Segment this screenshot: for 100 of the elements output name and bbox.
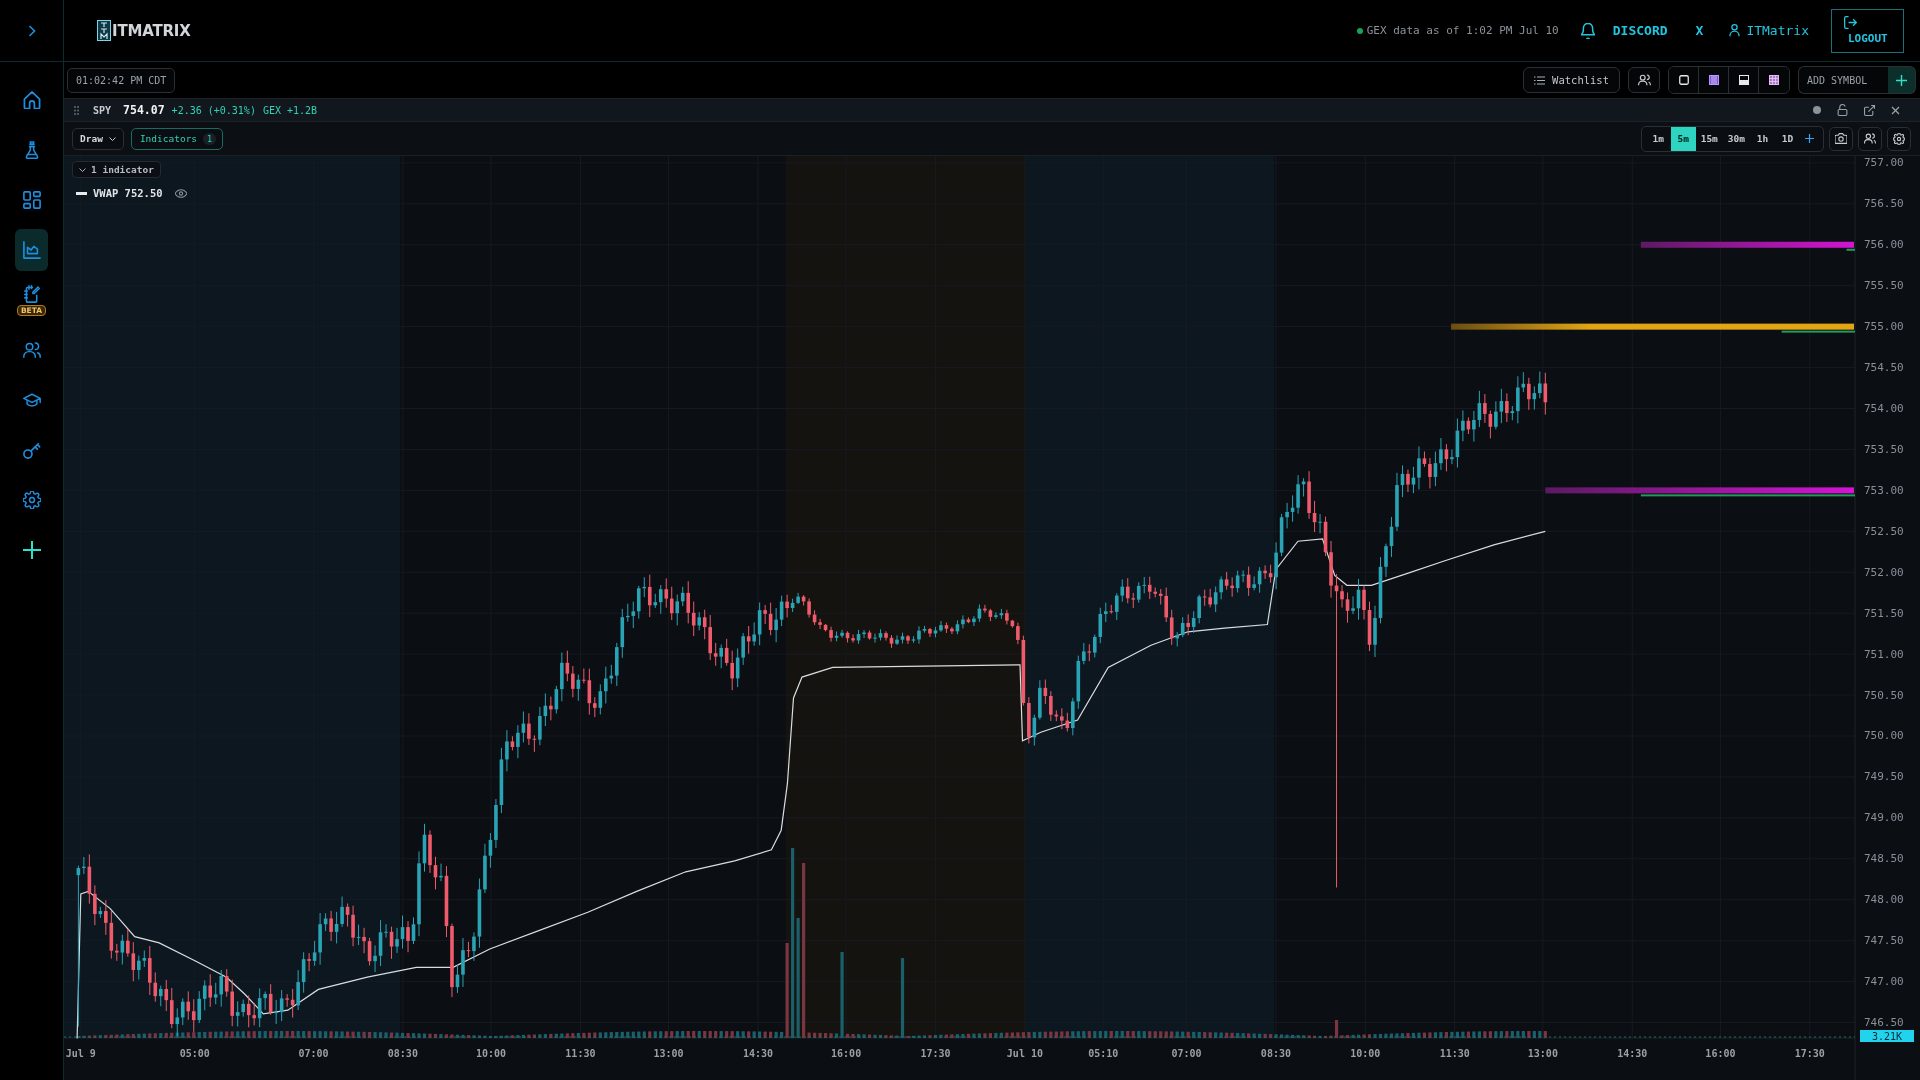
layout-button[interactable] — [1729, 67, 1759, 93]
time-axis-label: Jul 9 — [65, 1048, 96, 1059]
logout-icon — [1844, 16, 1857, 29]
price-axis-label: 747.50 — [1864, 934, 1904, 948]
time-axis-label: 14:30 — [1617, 1048, 1648, 1059]
bell-icon — [1580, 22, 1595, 39]
header-link[interactable]: X — [1695, 23, 1704, 38]
time-axis-label: 11:30 — [565, 1048, 596, 1059]
layout-button[interactable] — [1699, 67, 1729, 93]
columns-layout-icon — [1708, 75, 1719, 85]
clock-display: 01:02:42 PM CDT — [67, 67, 176, 93]
draw-dropdown[interactable]: Draw — [72, 127, 124, 150]
external-link-icon — [1864, 104, 1875, 116]
price-axis-label: 757.00 — [1864, 156, 1904, 170]
area-chart-icon — [22, 241, 41, 259]
volume-value-tag: 3.21K — [1860, 1030, 1914, 1042]
price-axis-label: 747.00 — [1864, 975, 1904, 989]
last-price: 754.07 — [123, 103, 165, 117]
chevron-right-icon — [27, 24, 36, 37]
price-axis-label: 755.00 — [1864, 320, 1904, 334]
price-axis-label: 751.50 — [1864, 606, 1904, 620]
users-icon — [1864, 133, 1876, 144]
timeframe-tab[interactable]: 5m — [1670, 126, 1696, 151]
expand-sidebar-button[interactable] — [27, 24, 36, 37]
price-axis-label: 755.50 — [1864, 279, 1904, 293]
indicator-count: 1 — [203, 132, 217, 145]
price-axis-label: 749.50 — [1864, 770, 1904, 784]
home-icon — [22, 91, 41, 109]
time-axis-label: 10:00 — [1350, 1048, 1381, 1059]
price-axis-label: 751.00 — [1864, 647, 1904, 661]
layout-button[interactable] — [1759, 67, 1789, 93]
timeframe-tab[interactable]: 1m — [1645, 126, 1671, 151]
grid-layout-icon — [1769, 75, 1779, 85]
time-axis-label: 16:00 — [1705, 1048, 1736, 1059]
indicator-list-toggle[interactable]: 1 indicator — [72, 161, 161, 178]
close-button[interactable] — [1891, 105, 1900, 115]
indicators-button[interactable]: Indicators 1 — [130, 127, 224, 150]
price-axis-label: 752.00 — [1864, 565, 1904, 579]
shared-users-button[interactable] — [1628, 67, 1660, 93]
notifications-button[interactable] — [1580, 22, 1595, 39]
plus-icon — [22, 541, 41, 559]
time-axis-label: 16:00 — [831, 1048, 862, 1059]
pop-out-button[interactable] — [1864, 104, 1875, 116]
watchlist-button[interactable]: Watchlist — [1523, 67, 1620, 93]
notebook-pen-icon — [22, 284, 41, 303]
price-axis-label: 750.50 — [1864, 688, 1904, 702]
price-axis-label: 753.00 — [1864, 483, 1904, 497]
header-link[interactable]: DISCORD — [1612, 23, 1668, 38]
time-axis-label: 13:00 — [653, 1048, 684, 1059]
settings-icon — [1893, 132, 1905, 145]
time-axis-label: 17:30 — [1794, 1048, 1825, 1059]
list-icon — [1534, 75, 1546, 85]
visibility-toggle[interactable] — [174, 188, 187, 198]
timeframe-tab[interactable]: 1h — [1750, 126, 1775, 151]
timeframe-tab[interactable]: 30m — [1722, 126, 1750, 151]
eye-icon — [174, 188, 187, 198]
account-link[interactable]: ITMatrix — [1729, 23, 1809, 38]
time-axis-label: 13:00 — [1527, 1048, 1558, 1059]
time-axis-label: 05:00 — [179, 1048, 210, 1059]
time-axis-label: Jul 10 — [1006, 1048, 1043, 1059]
caret-down-icon — [108, 136, 116, 141]
price-change: +2.36 (+0.31%) — [171, 104, 256, 116]
time-axis-label: 05:10 — [1088, 1048, 1119, 1059]
price-axis-label: 753.50 — [1864, 442, 1904, 456]
time-axis-label: 17:30 — [920, 1048, 951, 1059]
single-pane-icon — [1678, 75, 1689, 85]
price-axis-label: 752.50 — [1864, 524, 1904, 538]
time-axis-label: 07:00 — [298, 1048, 329, 1059]
graduation-cap-icon — [22, 391, 41, 409]
gex-data-timestamp: GEX data as of 1:02 PM Jul 10 — [1366, 24, 1559, 37]
rows-layout-icon — [1738, 75, 1749, 85]
line-swatch-icon — [76, 191, 87, 195]
time-axis-label: 07:00 — [1171, 1048, 1202, 1059]
dashboard-grid-icon — [22, 191, 41, 209]
price-axis-label: 748.00 — [1864, 893, 1904, 907]
price-axis-label: 750.00 — [1864, 729, 1904, 743]
plus-icon — [1805, 134, 1814, 143]
users-icon — [1637, 74, 1651, 86]
key-icon — [22, 441, 41, 459]
timeframe-tab[interactable]: 1D — [1775, 126, 1800, 151]
drag-handle-icon[interactable] — [74, 105, 79, 115]
lock-button[interactable] — [1837, 104, 1848, 116]
gex-value: GEX +1.2B — [262, 104, 318, 116]
layout-button[interactable] — [1669, 67, 1699, 93]
price-axis-label: 756.00 — [1864, 238, 1904, 252]
indicator-label: VWAP 752.50 — [93, 187, 163, 199]
users-icon — [22, 341, 41, 359]
chart-settings-button[interactable] — [1887, 126, 1911, 151]
unlocked-padlock-icon — [1837, 104, 1848, 116]
screenshot-button[interactable] — [1829, 126, 1853, 151]
nav-button[interactable] — [15, 229, 48, 271]
timeframe-tab[interactable]: 15m — [1695, 126, 1723, 151]
price-axis-label: 754.50 — [1864, 361, 1904, 375]
share-button[interactable] — [1858, 126, 1882, 151]
price-axis-label: 754.00 — [1864, 402, 1904, 415]
price-axis-label: 756.50 — [1864, 197, 1904, 211]
time-axis-label: 10:00 — [475, 1048, 507, 1059]
camera-icon — [1835, 133, 1847, 144]
status-dot-icon — [1813, 106, 1821, 114]
logout-button[interactable]: LOGOUT — [1831, 8, 1904, 53]
